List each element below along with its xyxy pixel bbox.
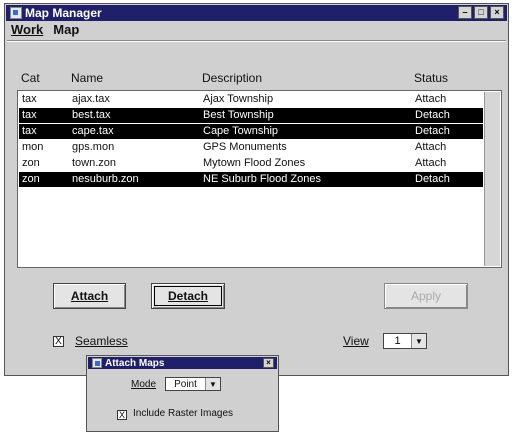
list-item-description: GPS Monuments [203,141,287,153]
list-item-name: town.zon [72,157,117,169]
detach-button[interactable]: Detach [151,283,225,309]
list-item-status: Detach [415,125,450,137]
view-label: View [343,334,369,348]
attach-maps-title-bar[interactable]: Attach Maps × [88,357,277,369]
list-item[interactable]: mon gps.mon GPS Monuments Attach [19,140,483,155]
title-bar[interactable]: Map Manager – □ × [6,5,507,21]
header-description: Description [202,71,263,85]
map-app-icon [10,7,22,19]
detach-button-label: Detach [167,289,208,303]
mode-dropdown[interactable]: Point ▼ [165,377,221,391]
attach-maps-title: Attach Maps [105,357,165,369]
menu-map[interactable]: Map [53,22,79,39]
menu-divider [7,40,506,42]
maximize-button[interactable]: □ [474,6,488,19]
list-item-status: Attach [415,93,447,105]
list-item-name: best.tax [72,109,111,121]
list-item-description: Mytown Flood Zones [203,157,306,169]
attach-maps-dialog: Attach Maps × Mode Point ▼ X Include Ras… [86,355,279,432]
chevron-down-icon: ▼ [411,334,426,348]
close-button[interactable]: × [490,6,504,19]
attach-button-label: Attach [70,289,109,303]
list-item[interactable]: zon town.zon Mytown Flood Zones Attach [19,156,483,171]
list-item[interactable]: tax ajax.tax Ajax Township Attach [19,92,483,107]
apply-button[interactable]: Apply [384,283,468,309]
mode-value: Point [174,378,197,390]
list-item-name: gps.mon [72,141,115,153]
mode-label: Mode [131,379,157,390]
map-manager-window: Map Manager – □ × Work Map Cat Name Desc… [4,3,509,376]
attach-maps-close-button[interactable]: × [263,358,274,368]
list-item-description: Best Township [203,109,274,121]
list-item[interactable]: tax cape.tax Cape Township Detach [19,124,483,139]
list-item-name: ajax.tax [72,93,110,105]
list-item[interactable]: tax best.tax Best Township Detach [19,108,483,123]
list-item-status: Attach [415,157,447,169]
view-dropdown[interactable]: 1 ▼ [383,333,427,349]
list-item[interactable]: zon nesuburb.zon NE Suburb Flood Zones Deta… [19,172,483,187]
header-cat: Cat [21,71,40,85]
map-list[interactable]: tax ajax.tax Ajax Township Attach tax best.ta… [17,90,502,268]
list-item-cat: tax [22,125,37,137]
seamless-checkbox[interactable]: X [53,336,64,347]
list-item-description: Cape Township [203,125,279,137]
list-item-status: Attach [415,141,447,153]
list-item-status: Detach [415,173,450,185]
view-value: 1 [394,335,401,347]
list-item-description: Ajax Township [203,93,274,105]
list-item-cat: tax [22,93,37,105]
list-item-name: cape.tax [72,125,114,137]
attach-button[interactable]: Attach [53,283,126,309]
seamless-label: Seamless [75,334,128,348]
minimize-button[interactable]: – [458,6,472,19]
menu-bar: Work Map [11,22,79,39]
list-item-description: NE Suburb Flood Zones [203,173,322,185]
list-item-cat: zon [22,173,40,185]
vertical-scrollbar[interactable] [484,92,500,266]
list-item-name: nesuburb.zon [72,173,139,185]
list-item-cat: zon [22,157,40,169]
menu-work[interactable]: Work [11,22,43,39]
attach-maps-icon [92,358,102,368]
list-item-cat: mon [22,141,44,153]
header-name: Name [71,71,104,85]
list-item-cat: tax [22,109,37,121]
include-raster-checkbox[interactable]: X [117,410,127,420]
chevron-down-icon: ▼ [205,378,220,390]
include-raster-label: Include Raster Images [133,408,234,419]
apply-button-label: Apply [410,289,442,303]
window-title: Map Manager [25,6,102,20]
list-item-status: Detach [415,109,450,121]
header-status: Status [414,71,449,85]
